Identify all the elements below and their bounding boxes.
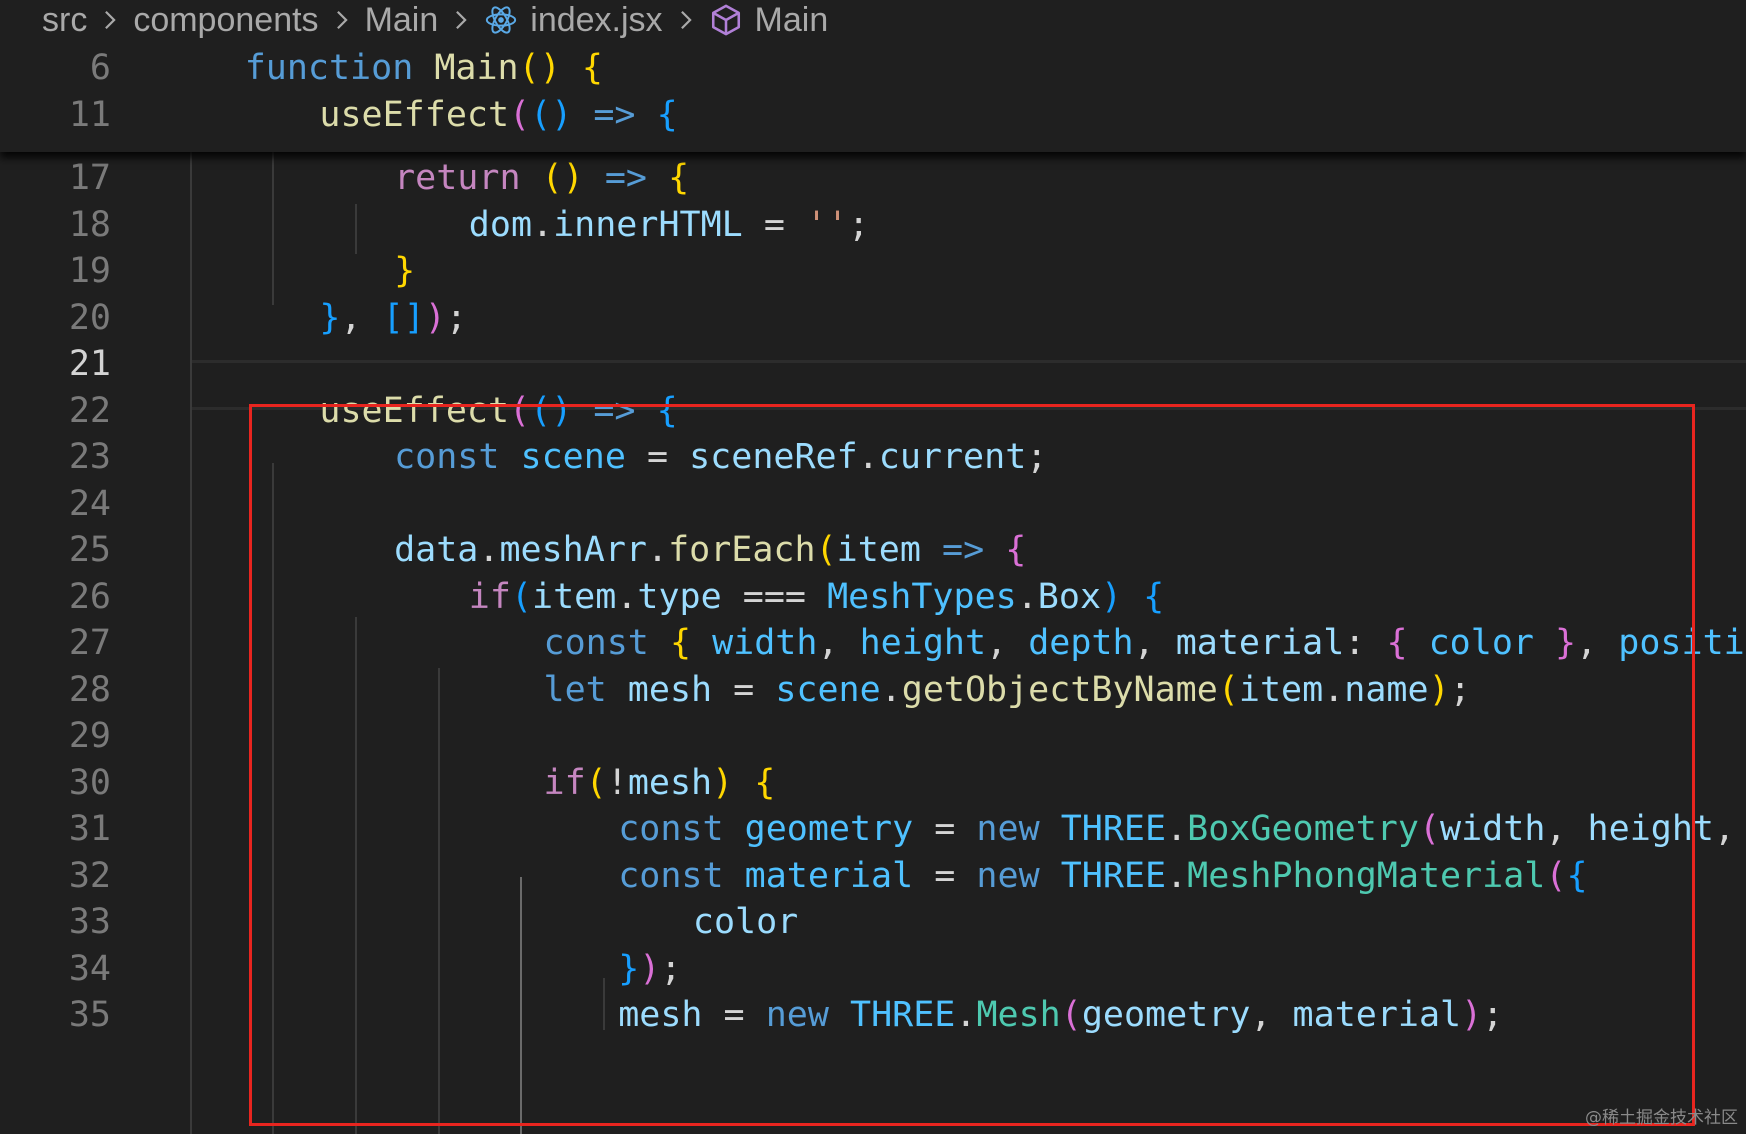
code-editor[interactable]: src components Main index.jsx Main 6 function… <box>0 0 1746 1134</box>
code-token: () <box>530 95 573 135</box>
code-token: '' <box>805 205 849 245</box>
code-token: useEffect <box>319 95 510 135</box>
line-number: 28 <box>68 670 111 710</box>
line-number: 23 <box>68 437 111 477</box>
code-token: Main <box>434 48 519 88</box>
react-icon <box>484 3 518 37</box>
code-token: { <box>656 95 678 135</box>
breadcrumb-item[interactable]: src <box>42 1 87 40</box>
code-line[interactable]: 21 <box>0 338 1746 390</box>
code-token: [] <box>382 298 425 338</box>
line-number: 21 <box>68 344 111 384</box>
code-token: = <box>742 205 806 245</box>
breadcrumb-item[interactable]: components <box>133 1 318 40</box>
sticky-scroll-header[interactable]: 6 function Main() {11 useEffect(() => { <box>0 40 1746 152</box>
chevron-right-icon <box>677 9 695 31</box>
code-token: } <box>394 251 416 291</box>
code-line[interactable]: 11 useEffect(() => { <box>0 89 1746 141</box>
code-token: ( <box>509 95 531 135</box>
code-text: } <box>394 245 415 297</box>
watermark: @稀土掘金技术社区 <box>1585 1108 1738 1128</box>
line-number: 29 <box>68 716 111 756</box>
code-text: function Main() { <box>245 42 603 94</box>
line-number: 35 <box>68 995 111 1035</box>
breadcrumb-label: Main <box>754 0 829 39</box>
breadcrumb-label: index.jsx <box>530 0 663 39</box>
chevron-right-icon <box>452 9 470 31</box>
highlight-annotation-box <box>249 404 1695 1126</box>
code-token: { <box>668 158 690 198</box>
code-text: return () => { <box>394 152 689 204</box>
code-token: => <box>593 95 636 135</box>
code-token: () <box>541 158 584 198</box>
code-token: () <box>518 48 582 88</box>
code-token: ; <box>445 298 467 338</box>
line-number: 31 <box>68 809 111 849</box>
code-token: . <box>532 205 554 245</box>
line-number: 26 <box>68 577 111 617</box>
breadcrumb-item[interactable]: index.jsx <box>484 0 663 40</box>
code-token: dom <box>468 205 533 245</box>
code-text: }, []); <box>319 292 467 344</box>
line-number: 22 <box>68 391 111 431</box>
code-token: , <box>1713 809 1736 849</box>
code-line[interactable]: 6 function Main() { <box>0 42 1746 94</box>
code-line[interactable]: 18 dom.innerHTML = ''; <box>0 199 1746 251</box>
line-number: 17 <box>68 158 111 198</box>
code-text: useEffect(() => { <box>319 89 677 141</box>
chevron-right-icon <box>101 9 119 31</box>
code-text: dom.innerHTML = ''; <box>469 199 869 251</box>
line-number: 32 <box>68 856 111 896</box>
line-number: 11 <box>68 95 111 135</box>
line-number: 20 <box>68 298 111 338</box>
line-number: 24 <box>68 484 111 524</box>
code-token: innerHTML <box>553 205 743 245</box>
code-token: { <box>581 48 603 88</box>
breadcrumb-item[interactable]: Main <box>709 0 829 40</box>
code-token: } <box>319 298 341 338</box>
line-number: 6 <box>89 48 111 88</box>
line-number: 19 <box>68 251 111 291</box>
code-token: ) <box>424 298 446 338</box>
breadcrumb-label: src <box>42 0 88 39</box>
line-number: 34 <box>68 949 111 989</box>
code-line[interactable]: 19} <box>0 245 1746 297</box>
code-line[interactable]: 17 return () => { <box>0 152 1746 204</box>
breadcrumb: src components Main index.jsx Main <box>0 0 1746 40</box>
line-number: 18 <box>68 205 111 245</box>
breadcrumb-label: Main <box>364 0 439 39</box>
code-token: function <box>244 48 435 88</box>
cube-icon <box>709 3 743 37</box>
code-token: ; <box>848 205 870 245</box>
code-token: , <box>340 298 383 338</box>
line-number: 30 <box>68 763 111 803</box>
code-token: return <box>394 158 521 198</box>
chevron-right-icon <box>333 9 351 31</box>
breadcrumb-label: components <box>133 0 319 39</box>
line-number: 33 <box>68 902 111 942</box>
breadcrumb-item[interactable]: Main <box>365 1 439 40</box>
code-token: => <box>604 158 647 198</box>
line-number: 25 <box>68 530 111 570</box>
line-number: 27 <box>68 623 111 663</box>
code-line[interactable]: 20}, []); <box>0 292 1746 344</box>
